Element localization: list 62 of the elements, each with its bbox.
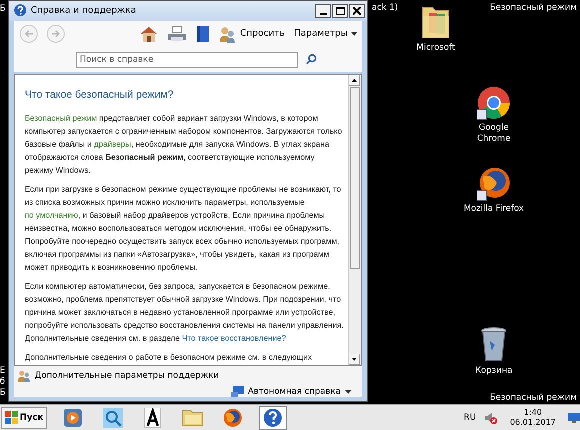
- home-icon[interactable]: [140, 26, 158, 43]
- help-icon: [263, 408, 284, 428]
- window-title-fragment: ack 1): [372, 3, 398, 13]
- start-button[interactable]: Пуск: [1, 406, 48, 429]
- ask-button[interactable]: Спросить: [219, 26, 286, 43]
- article-paragraph: Дополнительные сведения о работе в безопасном режиме см. в следующих: [25, 352, 314, 364]
- options-menu-button[interactable]: Параметры: [294, 29, 358, 40]
- firefox-icon[interactable]: [477, 167, 511, 201]
- scroll-down-icon[interactable]: [349, 354, 360, 366]
- desktop-label: Е: [0, 366, 6, 377]
- monitor-icon[interactable]: [568, 412, 580, 424]
- desktop-label: б: [0, 377, 6, 388]
- magnifier-icon: [103, 408, 124, 428]
- recycle-bin-icon[interactable]: [481, 327, 507, 363]
- windows-logo-icon: [5, 411, 18, 424]
- close-button[interactable]: [349, 4, 365, 18]
- scrollbar[interactable]: [348, 74, 361, 366]
- firefox-icon: [223, 408, 244, 428]
- article-paragraph: Если при загрузке в безопасном режиме существующие проблемы не возникают, то из списка возможных причин можно исключить параметры, используемые по умолчанию, и базовый набор драйверов устройств. Если причина проблемы неизвестна, можно воспользоваться методом исключения, чтобы ее обнаружить. Попробуйте поочередно осуществить запуск всех обычно используемых программ, включая программы из папки «Автозагрузка», чтобы увидеть, какая из программ может приводить к возникновению проблемы.: [25, 184, 342, 274]
- desktop-label: Б: [0, 388, 6, 399]
- scrollbar-thumb[interactable]: [350, 86, 360, 269]
- computer-icon: [231, 386, 244, 397]
- article-paragraph: Безопасный режим представляет собой вариант загрузки Windows, в котором компьютер запускается с ограниченным набором компонентов. Загружаются только базовые файлы и драйверы, необходимые для запуска Windows. В углах экрана отображаются слова Безопасный режим, соответствующие используемому режиму Windows.: [25, 112, 344, 177]
- caret-icon: [351, 32, 358, 36]
- maximize-icon: [336, 6, 344, 15]
- minimize-icon: [320, 12, 326, 15]
- minimize-button[interactable]: [315, 4, 331, 18]
- desktop-icon-label[interactable]: Mozilla Firefox: [454, 204, 534, 215]
- topic-link[interactable]: Что такое восстановление?: [182, 334, 286, 343]
- caret-icon: [345, 390, 352, 394]
- media-player-icon: [63, 408, 84, 428]
- font-icon: [144, 408, 162, 428]
- people-icon: [219, 26, 238, 43]
- term-link[interactable]: Безопасный режим: [25, 114, 98, 123]
- language-indicator[interactable]: RU: [464, 412, 476, 423]
- close-icon: [353, 6, 361, 15]
- help-icon: [14, 4, 27, 18]
- safe-mode-label: Безопасный режим: [490, 393, 577, 403]
- desktop-label: Б: [0, 4, 6, 14]
- window-title: Справка и поддержка: [31, 6, 138, 16]
- folder-icon: [182, 408, 204, 427]
- scroll-up-icon[interactable]: [349, 74, 360, 86]
- desktop-icon-label[interactable]: Microsoft: [411, 43, 461, 54]
- desktop-icon-label[interactable]: Корзина: [469, 366, 519, 377]
- clock-time[interactable]: 1:40: [524, 408, 542, 418]
- muted-speaker-icon[interactable]: [484, 410, 498, 425]
- people-icon[interactable]: [18, 370, 31, 382]
- book-icon[interactable]: [196, 25, 210, 44]
- article-paragraph: Если компьютер автоматически, без запроса, запускается в безопасном режиме, возможно, проблема препятствует обычной загрузке Windows. При подозрении, что причина может заключаться в недавно установленной программе или устройстве, попробуйте использовать средство восстановления системы на панели управления. Дополнительные сведения см. в разделе Что такое восстановление?: [25, 280, 344, 345]
- back-arrow-icon: [24, 29, 34, 40]
- safe-mode-label: Безопасный режим: [490, 3, 577, 13]
- forward-arrow-icon: [51, 29, 61, 40]
- maximize-button[interactable]: [332, 4, 348, 18]
- search-field[interactable]: Поиск в справке: [76, 52, 298, 68]
- article-heading: Что такое безопасный режим?: [25, 88, 175, 102]
- clock-date[interactable]: 06.01.2017: [510, 418, 556, 428]
- desktop-icon-label[interactable]: Google Chrome: [469, 123, 519, 145]
- chrome-icon[interactable]: [477, 86, 511, 120]
- search-icon[interactable]: [306, 54, 317, 66]
- printer-icon[interactable]: [167, 26, 188, 42]
- term-link[interactable]: по умолчанию: [25, 210, 78, 220]
- term-link[interactable]: драйверы: [94, 140, 132, 149]
